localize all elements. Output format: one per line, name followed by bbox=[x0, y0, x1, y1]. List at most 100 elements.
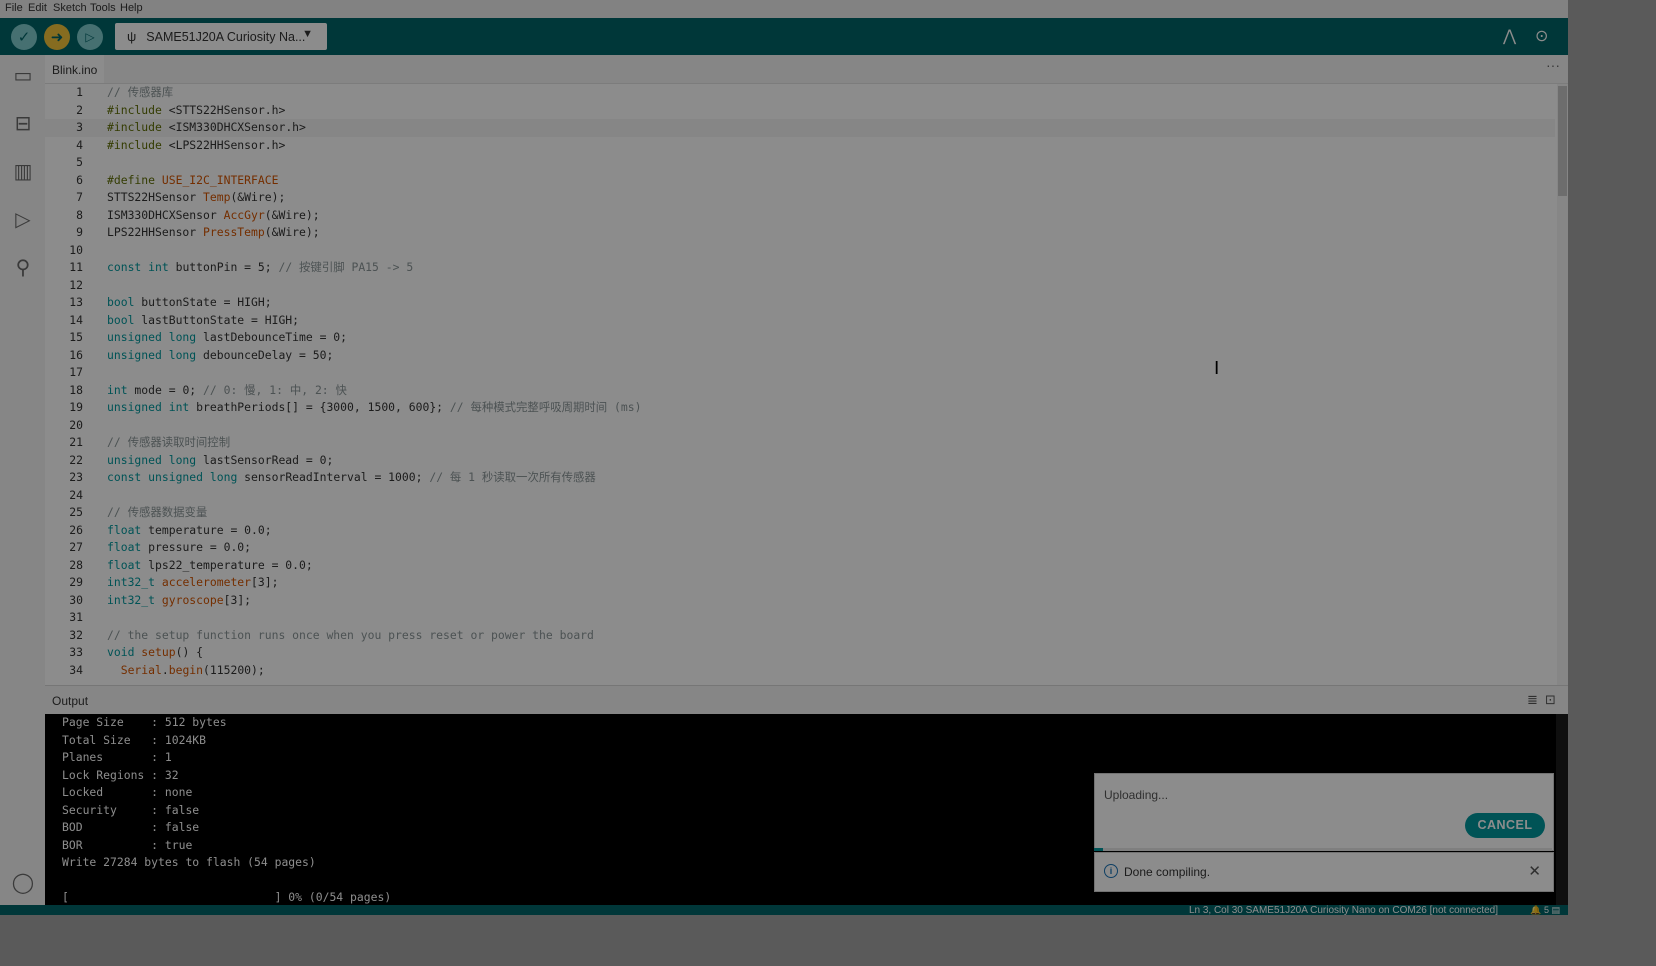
menu-help[interactable]: Help bbox=[120, 2, 143, 14]
code-line[interactable]: 8 ISM330DHCXSensor AccGyr(&Wire); bbox=[45, 207, 1555, 225]
cancel-button[interactable]: CANCEL bbox=[1465, 813, 1545, 838]
line-number: 23 bbox=[69, 470, 83, 484]
line-number: 19 bbox=[69, 400, 83, 414]
menu-sketch[interactable]: Sketch bbox=[53, 2, 87, 14]
code-line[interactable]: 4 #include <LPS22HHSensor.h> bbox=[45, 137, 1555, 155]
editor-scrollbar[interactable] bbox=[1557, 84, 1568, 685]
arrow-right-icon: ➜ bbox=[50, 29, 64, 46]
code-line[interactable]: 13 bool buttonState = HIGH; bbox=[45, 294, 1555, 312]
line-number: 16 bbox=[69, 347, 83, 362]
board-selector[interactable]: ψ SAME51J20A Curiosity Na... ▼ bbox=[115, 23, 327, 50]
code-line[interactable]: 23 const unsigned long sensorReadInterval… bbox=[45, 469, 1555, 487]
line-number: 33 bbox=[69, 645, 83, 659]
account-icon[interactable]: ◯ bbox=[10, 870, 36, 896]
code-line[interactable]: 16 unsigned long debounceDelay = 50; bbox=[45, 347, 1555, 365]
output-line: [ ] 0% (0/54 pages) bbox=[62, 890, 392, 904]
debug-icon: ▷ bbox=[85, 30, 95, 44]
line-number: 29 bbox=[69, 575, 83, 589]
code-line[interactable]: 7 STTS22HSensor Temp(&Wire); bbox=[45, 189, 1555, 207]
verify-button[interactable]: ✓ bbox=[11, 24, 37, 50]
line-number: 15 bbox=[69, 330, 83, 344]
code-editor[interactable]: 1 // 传感器库 2 #include <STTS22HSensor.h> 3 #inc… bbox=[45, 84, 1555, 685]
more-options-icon[interactable]: ··· bbox=[1546, 57, 1560, 73]
code-text: unsigned long lastDebounceTime = 0; bbox=[107, 330, 348, 344]
code-line[interactable]: 3 #include <ISM330DHCXSensor.h> bbox=[45, 119, 1555, 137]
code-line[interactable]: 31 bbox=[45, 609, 1555, 627]
code-line[interactable]: 9 LPS22HHSensor PressTemp(&Wire); bbox=[45, 224, 1555, 242]
code-line[interactable]: 5 bbox=[45, 154, 1555, 172]
line-number: 18 bbox=[69, 382, 83, 397]
code-line[interactable]: 14 bool lastButtonState = HIGH; bbox=[45, 312, 1555, 330]
output-line: Security : false bbox=[62, 802, 200, 817]
code-line[interactable]: 6 #define USE_I2C_INTERFACE bbox=[45, 172, 1555, 190]
code-text: const int buttonPin = 5; // 按键引脚 PA15 ->… bbox=[107, 260, 414, 274]
menu-edit[interactable]: Edit bbox=[28, 2, 47, 14]
code-line[interactable]: 24 bbox=[45, 487, 1555, 505]
code-line[interactable]: 25 // 传感器数据变量 bbox=[45, 504, 1555, 522]
code-line[interactable]: 30 int32_t gyroscope[3]; bbox=[45, 592, 1555, 610]
code-text: int mode = 0; // 0: 慢, 1: 中, 2: 快 bbox=[107, 382, 347, 397]
upload-button[interactable]: ➜ bbox=[44, 24, 70, 50]
code-line[interactable]: 20 bbox=[45, 417, 1555, 435]
code-text: #define USE_I2C_INTERFACE bbox=[107, 172, 279, 187]
code-line[interactable]: 32 // the setup function runs once when y… bbox=[45, 627, 1555, 645]
code-text: unsigned long debounceDelay = 50; bbox=[107, 347, 334, 362]
code-line[interactable]: 33 void setup() { bbox=[45, 644, 1555, 662]
code-line[interactable]: 29 int32_t accelerometer[3]; bbox=[45, 574, 1555, 592]
output-scrollbar[interactable] bbox=[1556, 714, 1568, 905]
code-text: #include <ISM330DHCXSensor.h> bbox=[107, 120, 306, 134]
line-number: 12 bbox=[69, 277, 83, 292]
uploading-message: Uploading... bbox=[1104, 788, 1169, 802]
code-line[interactable]: 18 int mode = 0; // 0: 慢, 1: 中, 2: 快 bbox=[45, 382, 1555, 400]
sidebar: ▭ ⊟ ▥ ▷ ⚲ ◯ bbox=[0, 55, 46, 905]
lock-icon[interactable]: ⊡ bbox=[1545, 692, 1556, 708]
board-name: SAME51J20A Curiosity Na... bbox=[146, 29, 306, 44]
code-line[interactable]: 27 float pressure = 0.0; bbox=[45, 539, 1555, 557]
serial-monitor-icon[interactable]: ⊙ bbox=[1535, 26, 1548, 46]
code-line[interactable]: 2 #include <STTS22HSensor.h> bbox=[45, 102, 1555, 120]
code-line[interactable]: 12 bbox=[45, 277, 1555, 295]
serial-plotter-icon[interactable]: ⋀ bbox=[1503, 26, 1516, 46]
line-number: 4 bbox=[76, 137, 83, 152]
code-line[interactable]: 34 Serial.begin(115200); bbox=[45, 662, 1555, 680]
debug-button[interactable]: ▷ bbox=[77, 24, 103, 50]
code-line[interactable]: 1 // 传感器库 bbox=[45, 84, 1555, 102]
menu-tools[interactable]: Tools bbox=[90, 2, 116, 14]
code-line[interactable]: 21 // 传感器读取时间控制 bbox=[45, 434, 1555, 452]
code-line[interactable]: 28 float lps22_temperature = 0.0; bbox=[45, 557, 1555, 575]
menu-file[interactable]: File bbox=[5, 2, 23, 14]
line-number: 30 bbox=[69, 592, 83, 607]
menu-bar: File Edit Sketch Tools Help bbox=[0, 0, 1568, 18]
output-line: Total Size : 1024KB bbox=[62, 732, 207, 747]
code-line[interactable]: 22 unsigned long lastSensorRead = 0; bbox=[45, 452, 1555, 470]
line-number: 31 bbox=[69, 610, 83, 624]
line-number: 24 bbox=[69, 487, 83, 502]
tab-bar: Blink.ino ··· bbox=[45, 55, 1568, 84]
status-text: Ln 3, Col 30 SAME51J20A Curiosity Nano o… bbox=[1188, 905, 1498, 916]
code-line[interactable]: 17 bbox=[45, 364, 1555, 382]
line-number: 3 bbox=[76, 120, 83, 134]
scrollbar-thumb[interactable] bbox=[1558, 86, 1567, 196]
code-line[interactable]: 11 const int buttonPin = 5; // 按键引脚 PA15 … bbox=[45, 259, 1555, 277]
toolbar: ✓ ➜ ▷ ψ SAME51J20A Curiosity Na... ▼ ⋀ ⊙ bbox=[0, 18, 1568, 55]
code-line[interactable]: 26 float temperature = 0.0; bbox=[45, 522, 1555, 540]
search-icon[interactable]: ⚲ bbox=[10, 255, 36, 281]
boards-manager-icon[interactable]: ⊟ bbox=[10, 111, 36, 137]
line-number: 8 bbox=[76, 207, 83, 222]
line-number: 34 bbox=[69, 662, 83, 677]
tab-blink-ino[interactable]: Blink.ino bbox=[45, 55, 105, 83]
library-manager-icon[interactable]: ▥ bbox=[10, 159, 36, 185]
clear-output-icon[interactable]: ≣ bbox=[1527, 692, 1538, 708]
sketchbook-icon[interactable]: ▭ bbox=[10, 63, 36, 89]
close-icon[interactable]: ✕ bbox=[1528, 862, 1541, 880]
status-bar: Ln 3, Col 30 SAME51J20A Curiosity Nano o… bbox=[0, 905, 1568, 915]
code-line[interactable]: 19 unsigned int breathPeriods[] = {3000, … bbox=[45, 399, 1555, 417]
notifications-icon[interactable]: 🔔 5 ▤ bbox=[1530, 905, 1560, 915]
code-text: float temperature = 0.0; bbox=[107, 522, 272, 537]
output-line: Planes : 1 bbox=[62, 750, 172, 764]
debug-icon[interactable]: ▷ bbox=[10, 207, 36, 233]
code-text: // 传感器库 bbox=[107, 85, 174, 99]
code-line[interactable]: 15 unsigned long lastDebounceTime = 0; bbox=[45, 329, 1555, 347]
code-line[interactable]: 10 bbox=[45, 242, 1555, 260]
code-text: bool lastButtonState = HIGH; bbox=[107, 312, 300, 327]
